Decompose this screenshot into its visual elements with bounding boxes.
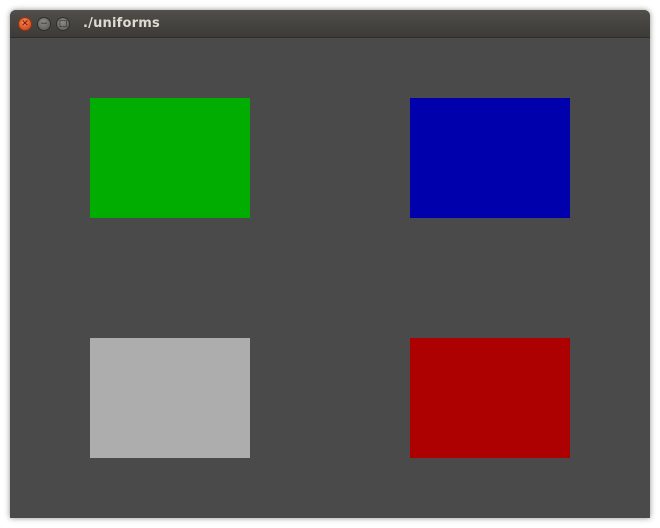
window-title: ./uniforms [83, 16, 160, 31]
title-bar[interactable]: ✕ − □ ./uniforms [10, 10, 650, 38]
app-window: ✕ − □ ./uniforms [10, 10, 650, 518]
maximize-button[interactable]: □ [56, 17, 70, 31]
gl-canvas [10, 38, 650, 518]
gray-quad [90, 338, 250, 458]
maximize-icon: □ [59, 20, 68, 29]
blue-quad [410, 98, 570, 218]
green-quad [90, 98, 250, 218]
close-icon: ✕ [21, 20, 29, 29]
minimize-icon: − [40, 20, 48, 29]
minimize-button[interactable]: − [37, 17, 51, 31]
close-button[interactable]: ✕ [18, 17, 32, 31]
red-quad [410, 338, 570, 458]
